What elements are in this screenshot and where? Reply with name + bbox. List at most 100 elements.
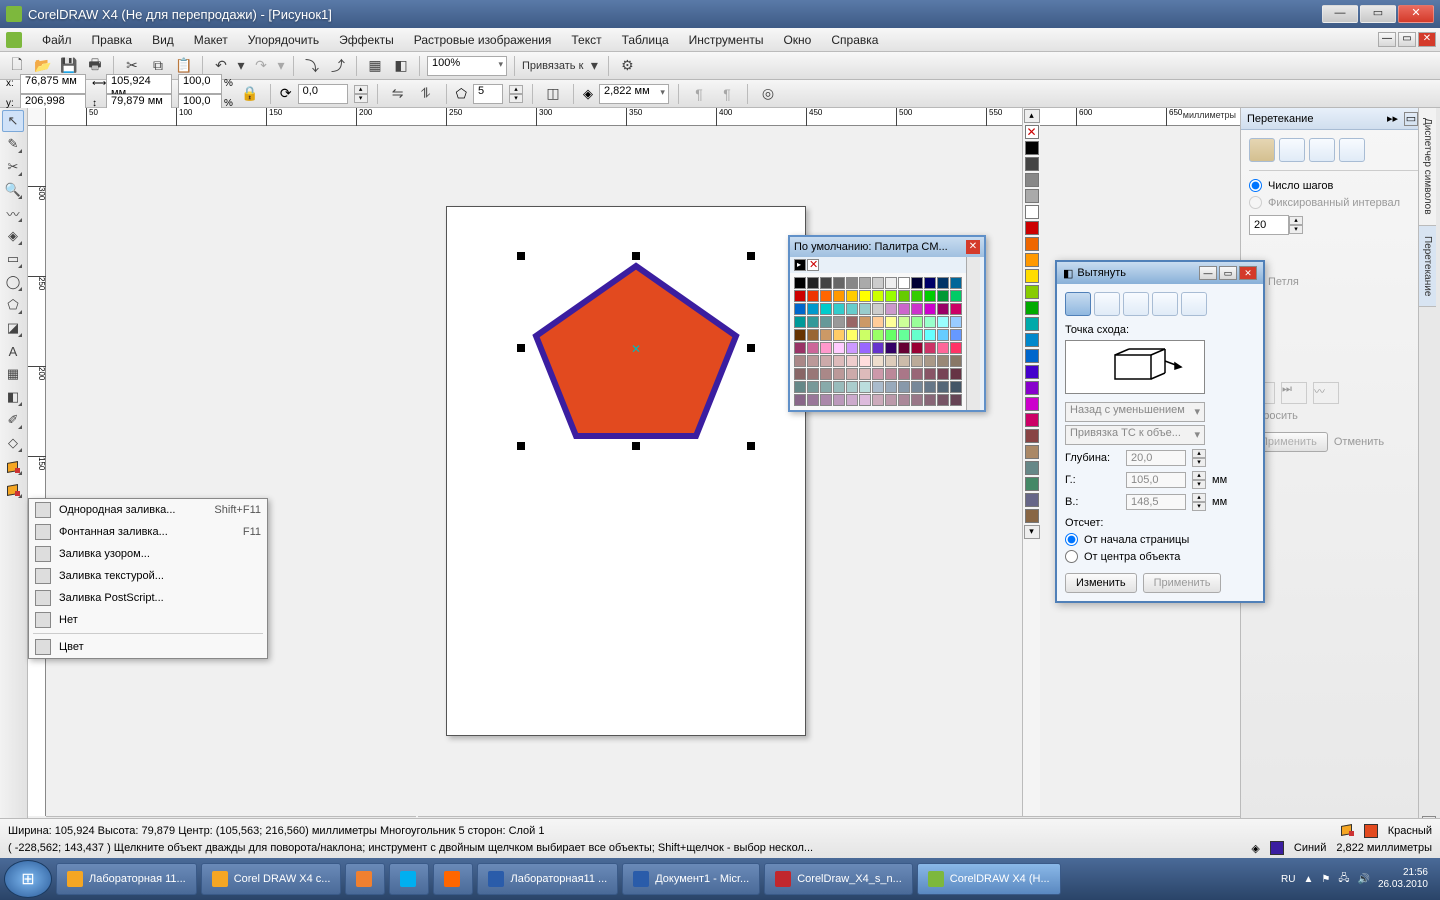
color-swatch[interactable] bbox=[872, 394, 884, 406]
color-swatch[interactable] bbox=[911, 277, 923, 289]
color-swatch[interactable] bbox=[859, 303, 871, 315]
taskbar-clock[interactable]: 21:56 26.03.2010 bbox=[1378, 867, 1428, 891]
color-swatch[interactable] bbox=[937, 316, 949, 328]
color-swatch[interactable] bbox=[924, 394, 936, 406]
doc-restore-button[interactable]: ▭ bbox=[1398, 32, 1416, 47]
zoom-combo[interactable]: 100% bbox=[427, 56, 507, 76]
palette-swatch[interactable] bbox=[1025, 477, 1039, 491]
redo-button[interactable]: ↷ bbox=[250, 55, 272, 77]
extrude-type-dropdown[interactable]: Назад с уменьшением bbox=[1065, 402, 1205, 422]
no-fill-swatch[interactable]: ✕ bbox=[807, 259, 819, 271]
color-swatch[interactable] bbox=[937, 303, 949, 315]
symbol-manager-tab[interactable]: Диспетчер символов bbox=[1419, 108, 1436, 226]
interactive-tool[interactable]: ◧ bbox=[2, 386, 24, 408]
extrude-color-tab[interactable] bbox=[1152, 292, 1178, 316]
palette-close-button[interactable]: ✕ bbox=[966, 240, 980, 254]
handle-sw[interactable] bbox=[517, 442, 525, 450]
color-swatch[interactable] bbox=[820, 303, 832, 315]
palette-swatch[interactable] bbox=[1025, 189, 1039, 203]
color-swatch[interactable] bbox=[898, 277, 910, 289]
color-swatch[interactable] bbox=[950, 394, 962, 406]
color-swatch[interactable] bbox=[885, 381, 897, 393]
color-swatch[interactable] bbox=[924, 277, 936, 289]
ref-object-radio[interactable] bbox=[1065, 550, 1078, 563]
extrude-vp-dropdown[interactable]: Привязка ТС к объе... bbox=[1065, 425, 1205, 445]
handle-w[interactable] bbox=[517, 344, 525, 352]
color-swatch[interactable] bbox=[794, 290, 806, 302]
color-swatch[interactable] bbox=[924, 290, 936, 302]
handle-e[interactable] bbox=[747, 344, 755, 352]
color-swatch[interactable] bbox=[807, 290, 819, 302]
color-swatch[interactable] bbox=[820, 290, 832, 302]
color-swatch[interactable] bbox=[872, 277, 884, 289]
taskbar-item[interactable]: Corel DRAW X4 с... bbox=[201, 863, 342, 895]
steps-radio[interactable] bbox=[1249, 179, 1262, 192]
zoom-tool[interactable]: 🔍 bbox=[2, 179, 24, 201]
angle-input[interactable]: 0,0 bbox=[298, 84, 348, 104]
wrap-button[interactable]: ¶ bbox=[688, 83, 710, 105]
doc-close-button[interactable]: ✕ bbox=[1418, 32, 1436, 47]
welcome-button[interactable]: ◧ bbox=[390, 55, 412, 77]
taskbar-item[interactable]: Лабораторная 11... bbox=[56, 863, 197, 895]
color-swatch[interactable] bbox=[846, 381, 858, 393]
color-swatch[interactable] bbox=[911, 342, 923, 354]
extrude-rotation-tab[interactable] bbox=[1094, 292, 1120, 316]
menu-Эффекты[interactable]: Эффекты bbox=[329, 28, 404, 52]
color-swatch[interactable] bbox=[872, 342, 884, 354]
window-minimize-button[interactable]: — bbox=[1322, 5, 1358, 23]
color-swatch[interactable] bbox=[924, 355, 936, 367]
fill-color-chip[interactable] bbox=[1364, 824, 1378, 838]
outline-indicator-icon[interactable]: ◈ bbox=[1251, 842, 1259, 855]
color-swatch[interactable] bbox=[950, 355, 962, 367]
color-swatch[interactable] bbox=[950, 342, 962, 354]
color-swatch[interactable] bbox=[911, 355, 923, 367]
extrude-light-tab[interactable] bbox=[1123, 292, 1149, 316]
color-swatch[interactable] bbox=[924, 303, 936, 315]
palette-swatch[interactable] bbox=[1025, 157, 1039, 171]
color-swatch[interactable] bbox=[794, 381, 806, 393]
fill-tool[interactable] bbox=[2, 455, 24, 477]
color-swatch[interactable] bbox=[820, 342, 832, 354]
taskbar-item[interactable]: CorelDraw_X4_s_n... bbox=[764, 863, 913, 895]
color-swatch[interactable] bbox=[872, 329, 884, 341]
blend-misc-tab[interactable] bbox=[1339, 138, 1365, 162]
palette-swatch[interactable] bbox=[1025, 413, 1039, 427]
color-swatch[interactable] bbox=[807, 342, 819, 354]
color-swatch[interactable] bbox=[833, 329, 845, 341]
color-swatch[interactable] bbox=[898, 290, 910, 302]
interactive-fill-tool[interactable] bbox=[2, 478, 24, 500]
color-swatch[interactable] bbox=[859, 368, 871, 380]
freehand-tool[interactable]: 〰 bbox=[2, 202, 24, 224]
taskbar-item[interactable]: Документ1 - Micr... bbox=[622, 863, 760, 895]
table-tool[interactable]: ▦ bbox=[2, 363, 24, 385]
color-swatch[interactable] bbox=[950, 381, 962, 393]
color-swatch[interactable] bbox=[833, 316, 845, 328]
color-swatch[interactable] bbox=[872, 316, 884, 328]
flyout-item[interactable]: Заливка текстурой... bbox=[29, 565, 267, 587]
app-menu-icon[interactable] bbox=[6, 32, 22, 48]
flyout-item[interactable]: Нет bbox=[29, 609, 267, 631]
color-swatch[interactable] bbox=[924, 342, 936, 354]
flyout-item[interactable]: Однородная заливка...Shift+F11 bbox=[29, 499, 267, 521]
color-swatch[interactable] bbox=[846, 277, 858, 289]
extrude-maximize-button[interactable]: ▭ bbox=[1219, 266, 1237, 280]
center-marker[interactable]: ✕ bbox=[631, 344, 641, 354]
color-swatch[interactable] bbox=[833, 290, 845, 302]
color-swatch[interactable] bbox=[846, 303, 858, 315]
palette-scrollbar[interactable] bbox=[966, 257, 980, 410]
color-swatch[interactable] bbox=[898, 394, 910, 406]
selected-pentagon[interactable]: ✕ bbox=[521, 256, 751, 446]
menu-Справка[interactable]: Справка bbox=[821, 28, 888, 52]
tray-icon[interactable]: ▲ bbox=[1303, 874, 1313, 885]
color-swatch[interactable] bbox=[885, 368, 897, 380]
blend-color-tab[interactable] bbox=[1309, 138, 1335, 162]
color-swatch[interactable] bbox=[911, 394, 923, 406]
color-swatch[interactable] bbox=[898, 355, 910, 367]
color-swatch[interactable] bbox=[937, 394, 949, 406]
palette-swatch[interactable] bbox=[1025, 445, 1039, 459]
taskbar-item[interactable] bbox=[389, 863, 429, 895]
menu-Таблица[interactable]: Таблица bbox=[612, 28, 679, 52]
color-swatch[interactable] bbox=[872, 303, 884, 315]
color-swatch[interactable] bbox=[937, 381, 949, 393]
color-swatch[interactable] bbox=[859, 342, 871, 354]
